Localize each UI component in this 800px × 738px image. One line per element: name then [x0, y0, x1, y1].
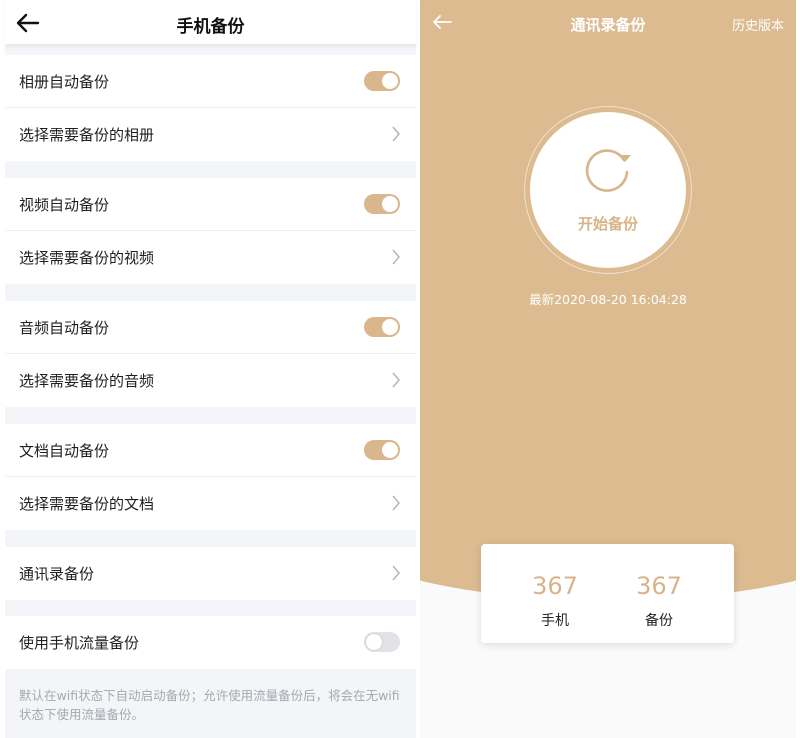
album-auto-backup-toggle[interactable]: [364, 71, 400, 91]
contacts-backup-panel: 通讯录备份 历史版本 开始备份 最新2020-08-20 16:04:28 36…: [420, 0, 796, 738]
chevron-right-icon: [392, 126, 400, 142]
header-bar: 手机备份: [5, 0, 416, 45]
row-select-videos[interactable]: 选择需要备份的视频: [5, 231, 416, 284]
refresh-icon: [585, 149, 631, 192]
row-label: 文档自动备份: [19, 442, 110, 460]
phone-count: 367 手机: [515, 572, 595, 630]
row-video-auto-backup[interactable]: 视频自动备份: [5, 178, 416, 231]
backup-note: 默认在wifi状态下自动启动备份；允许使用流量备份后，将会在无wifi状态下使用…: [19, 688, 400, 722]
backup-count-value: 367: [636, 572, 682, 600]
row-select-audio[interactable]: 选择需要备份的音频: [5, 354, 416, 407]
start-backup-label: 开始备份: [577, 215, 638, 233]
chevron-right-icon: [392, 495, 400, 511]
document-auto-backup-toggle[interactable]: [364, 440, 400, 460]
row-label: 选择需要备份的视频: [19, 249, 155, 267]
row-audio-auto-backup[interactable]: 音频自动备份: [5, 301, 416, 354]
page-title: 手机备份: [176, 17, 245, 37]
chevron-right-icon: [392, 249, 400, 265]
row-label: 使用手机流量备份: [19, 634, 140, 652]
phone-count-value: 367: [532, 572, 578, 600]
toggle-knob: [382, 196, 398, 212]
chevron-right-icon: [392, 372, 400, 388]
toggle-knob: [382, 73, 398, 89]
backup-count-card: 367 手机 367 备份: [481, 544, 734, 643]
chevron-right-icon: [392, 565, 400, 581]
row-label: 通讯录备份: [19, 565, 95, 583]
row-label: 选择需要备份的相册: [19, 126, 155, 144]
toggle-knob: [382, 442, 398, 458]
row-label: 视频自动备份: [19, 196, 110, 214]
audio-auto-backup-toggle[interactable]: [364, 317, 400, 337]
row-label: 音频自动备份: [19, 319, 110, 337]
history-versions-link[interactable]: 历史版本: [732, 15, 784, 34]
row-label: 选择需要备份的音频: [19, 372, 155, 390]
row-label: 选择需要备份的文档: [19, 495, 155, 513]
row-document-auto-backup[interactable]: 文档自动备份: [5, 424, 416, 477]
toggle-knob: [382, 319, 398, 335]
latest-backup-time: 最新2020-08-20 16:04:28: [529, 292, 687, 307]
phone-count-caption: 手机: [541, 613, 569, 629]
row-select-albums[interactable]: 选择需要备份的相册: [5, 108, 416, 161]
start-backup-button[interactable]: 开始备份: [530, 112, 686, 268]
toggle-knob: [366, 634, 382, 650]
row-mobile-data-backup[interactable]: 使用手机流量备份: [5, 616, 416, 669]
row-select-documents[interactable]: 选择需要备份的文档: [5, 477, 416, 530]
mobile-data-backup-toggle[interactable]: [364, 632, 400, 652]
row-contacts-backup[interactable]: 通讯录备份: [5, 547, 416, 600]
row-label: 相册自动备份: [19, 73, 110, 91]
phone-backup-panel: 手机备份 相册自动备份 选择需要备份的相册 视频自动备份 选择需要备份的视频 音…: [5, 0, 416, 738]
backup-count: 367 备份: [619, 572, 699, 630]
backup-count-caption: 备份: [645, 613, 673, 629]
row-album-auto-backup[interactable]: 相册自动备份: [5, 55, 416, 108]
video-auto-backup-toggle[interactable]: [364, 194, 400, 214]
